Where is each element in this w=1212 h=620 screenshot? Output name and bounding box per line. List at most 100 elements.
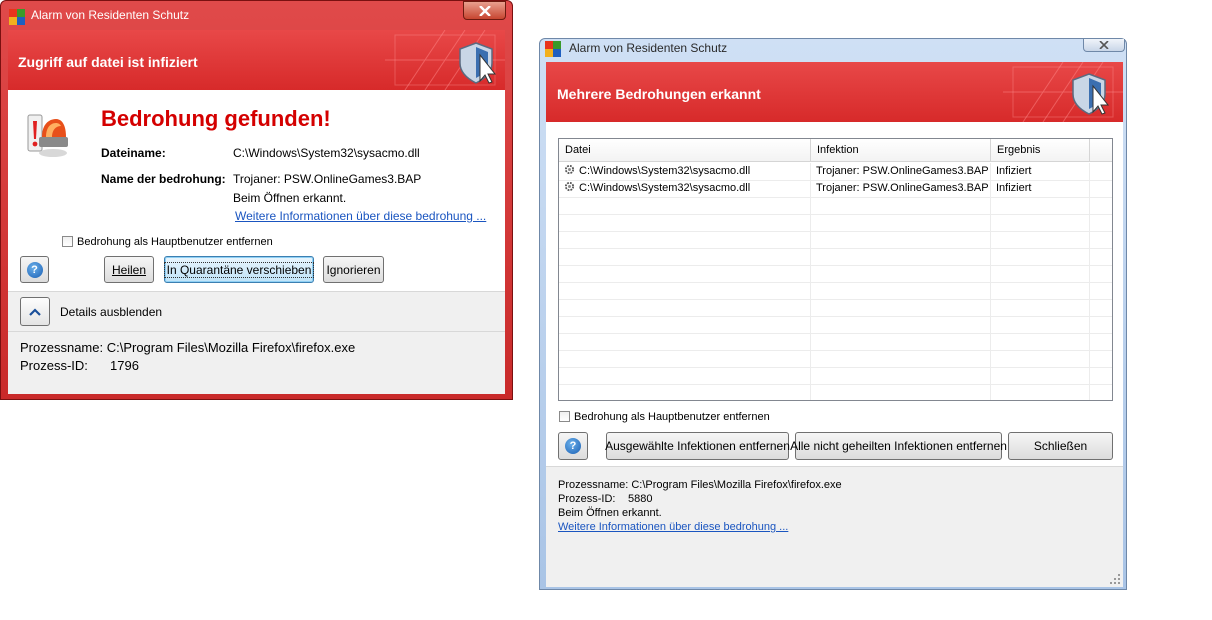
table-cell-text: Trojaner: PSW.OnlineGames3.BAP	[816, 165, 989, 177]
banner-title: Mehrere Bedrohungen erkannt	[557, 86, 761, 102]
remove-as-admin-label: Bedrohung als Hauptbenutzer entfernen	[77, 236, 273, 248]
empty-grid-cell	[811, 316, 991, 333]
empty-grid-cell	[811, 282, 991, 299]
window-client: Zugriff auf datei ist infiziert Bedrohun…	[8, 30, 505, 394]
empty-grid-cell	[991, 384, 1090, 400]
empty-grid-row	[559, 384, 1112, 400]
empty-grid-row	[559, 299, 1112, 317]
table-header: Datei Infektion Ergebnis	[559, 139, 1112, 162]
gear-file-icon	[564, 181, 575, 192]
more-info-link[interactable]: Weitere Informationen über diese bedrohu…	[235, 209, 486, 223]
table-cell-text: Infiziert	[996, 165, 1032, 177]
remove-as-admin-checkbox[interactable]	[559, 411, 570, 422]
divider	[8, 331, 505, 332]
column-header-infection[interactable]: Infektion	[811, 139, 991, 161]
help-button[interactable]: ?	[558, 432, 588, 460]
empty-grid-cell	[991, 197, 1090, 214]
empty-grid-cell	[559, 333, 811, 350]
table-cell-result: Infiziert	[991, 163, 1090, 180]
quarantine-button[interactable]: In Quarantäne verschieben	[163, 256, 315, 283]
empty-grid-row	[559, 367, 1112, 385]
collapse-details-button[interactable]	[20, 297, 50, 326]
window-title: Alarm von Residenten Schutz	[569, 41, 728, 55]
column-header-result[interactable]: Ergebnis	[991, 139, 1090, 161]
process-id-value: 1796	[110, 358, 139, 373]
shield-cursor-icon	[1072, 73, 1110, 115]
infections-table[interactable]: Datei Infektion Ergebnis C:\Windows\Syst…	[558, 138, 1113, 401]
table-cell-infection: Trojaner: PSW.OnlineGames3.BAP	[811, 163, 991, 180]
empty-grid-cell	[559, 316, 811, 333]
file-name-label: Dateiname:	[101, 146, 166, 160]
empty-grid-cell	[811, 197, 991, 214]
banner-title: Zugriff auf datei ist infiziert	[18, 54, 198, 70]
empty-grid-row	[559, 231, 1112, 249]
help-icon: ?	[565, 438, 581, 454]
empty-grid-cell	[991, 248, 1090, 265]
quarantine-button-label: In Quarantäne verschieben	[163, 261, 315, 278]
empty-grid-cell	[559, 282, 811, 299]
empty-grid-cell	[811, 248, 991, 265]
empty-grid-cell	[811, 367, 991, 384]
table-cell-file: C:\Windows\System32\sysacmo.dll	[559, 163, 811, 180]
ignore-button-label: Ignorieren	[326, 262, 381, 277]
process-id-label: Prozess-ID:	[558, 493, 616, 505]
empty-grid-row	[559, 248, 1112, 266]
heal-button-label: Heilen	[111, 262, 147, 277]
empty-grid-cell	[811, 299, 991, 316]
column-header-file[interactable]: Datei	[559, 139, 811, 161]
empty-grid-cell	[559, 214, 811, 231]
avg-logo-icon	[545, 41, 561, 57]
help-icon: ?	[26, 261, 43, 278]
file-name-value: C:\Windows\System32\sysacmo.dll	[233, 146, 420, 160]
empty-grid-row	[559, 316, 1112, 334]
banner: Zugriff auf datei ist infiziert	[8, 30, 505, 90]
table-cell-result: Infiziert	[991, 180, 1090, 197]
table-row[interactable]: C:\Windows\System32\sysacmo.dll Trojaner:…	[559, 180, 1112, 198]
more-info-link[interactable]: Weitere Informationen über diese bedrohu…	[558, 521, 788, 533]
ignore-button[interactable]: Ignorieren	[323, 256, 384, 283]
empty-grid-cell	[559, 231, 811, 248]
table-cell-text: C:\Windows\System32\sysacmo.dll	[579, 182, 751, 194]
empty-grid-cell	[991, 231, 1090, 248]
detected-text: Beim Öffnen erkannt.	[558, 507, 662, 519]
empty-grid-cell	[559, 367, 811, 384]
help-button[interactable]: ?	[20, 256, 49, 283]
empty-grid-cell	[811, 265, 991, 282]
remove-as-admin-checkbox[interactable]	[62, 236, 73, 247]
remove-selected-label: Ausgewählte Infektionen entfernen	[605, 439, 790, 453]
empty-grid-row	[559, 333, 1112, 351]
remove-all-button[interactable]: Alle nicht geheilten Infektionen entfern…	[790, 432, 1007, 460]
threat-name-label: Name der bedrohung:	[101, 172, 226, 186]
window-client: Mehrere Bedrohungen erkannt Datei Infekt…	[546, 62, 1123, 587]
shield-cursor-icon	[459, 42, 497, 84]
heal-button[interactable]: Heilen	[104, 256, 154, 283]
table-cell-file: C:\Windows\System32\sysacmo.dll	[559, 180, 811, 197]
empty-grid-row	[559, 214, 1112, 232]
process-id-label: Prozess-ID:	[20, 358, 88, 373]
alarm-siren-icon	[27, 114, 68, 157]
process-name: Prozessname: C:\Program Files\Mozilla Fi…	[558, 479, 842, 491]
close-dialog-label: Schließen	[1033, 439, 1088, 453]
empty-grid-cell	[991, 367, 1090, 384]
empty-grid-cell	[559, 197, 811, 214]
empty-grid-cell	[559, 265, 811, 282]
table-cell-text: C:\Windows\System32\sysacmo.dll	[579, 165, 751, 177]
remove-selected-button[interactable]: Ausgewählte Infektionen entfernen	[605, 432, 790, 460]
remove-all-label: Alle nicht geheilten Infektionen entfern…	[790, 439, 1007, 453]
banner: Mehrere Bedrohungen erkannt	[546, 62, 1123, 122]
table-cell-text: Infiziert	[996, 182, 1032, 194]
empty-grid-cell	[559, 384, 811, 400]
title-bar[interactable]: Alarm von Residenten Schutz	[1, 1, 512, 31]
remove-as-admin-label: Bedrohung als Hauptbenutzer entfernen	[574, 411, 770, 423]
empty-grid-cell	[991, 299, 1090, 316]
table-row[interactable]: C:\Windows\System32\sysacmo.dll Trojaner:…	[559, 163, 1112, 181]
close-button[interactable]	[1083, 39, 1125, 52]
resize-grip-icon[interactable]	[1110, 574, 1120, 584]
details-toggle-label[interactable]: Details ausblenden	[60, 305, 162, 319]
empty-grid-cell	[559, 248, 811, 265]
close-button[interactable]	[463, 1, 506, 20]
empty-grid-cell	[991, 350, 1090, 367]
empty-grid-cell	[991, 333, 1090, 350]
close-dialog-button[interactable]: Schließen	[1008, 432, 1113, 460]
empty-grid-cell	[811, 214, 991, 231]
